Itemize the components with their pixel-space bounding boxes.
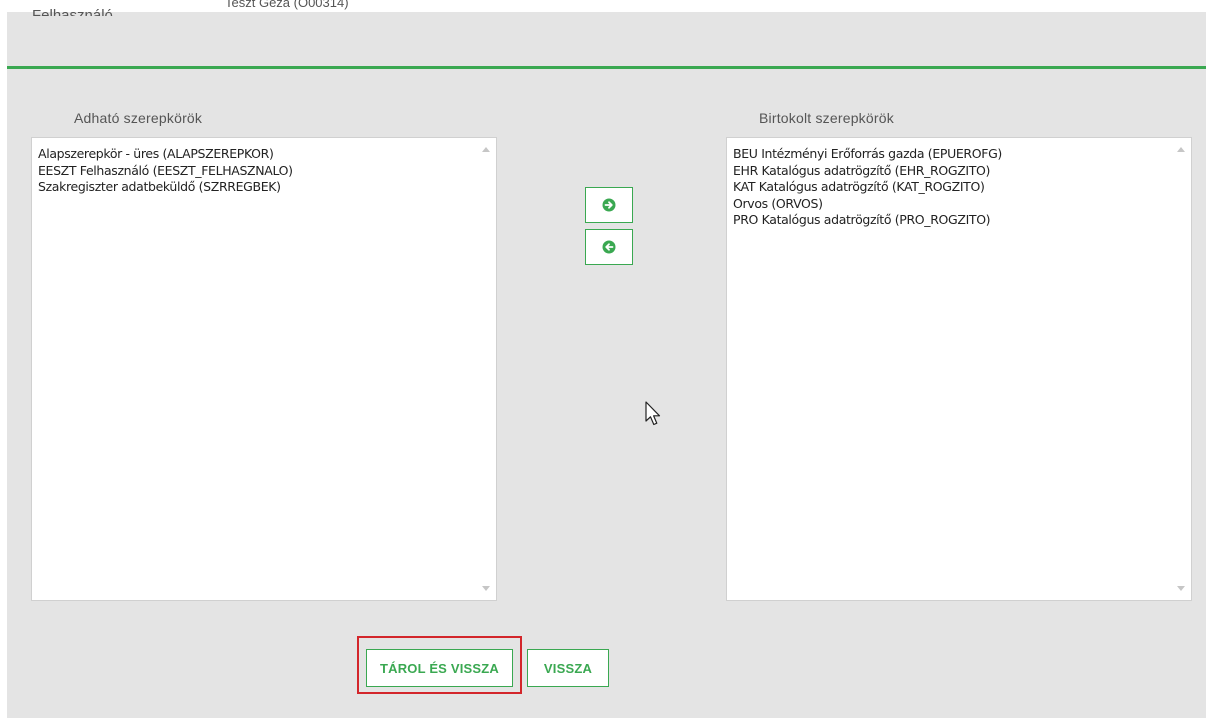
move-right-button[interactable]: [585, 187, 633, 223]
user-value: Teszt Géza (O00314): [225, 0, 349, 10]
scroll-up-arrow[interactable]: [1177, 147, 1185, 152]
user-label: Felhasználó: [32, 7, 113, 16]
available-roles-title: Adható szerepkörök: [74, 110, 203, 126]
owned-roles-title: Birtokolt szerepkörök: [759, 110, 894, 126]
list-item[interactable]: Szakregiszter adatbeküldő (SZRREGBEK): [38, 179, 496, 196]
list-item[interactable]: KAT Katalógus adatrögzítő (KAT_ROGZITO): [733, 179, 1191, 196]
list-item[interactable]: EHR Katalógus adatrögzítő (EHR_ROGZITO): [733, 163, 1191, 180]
section-divider: [7, 66, 1206, 69]
arrow-circle-right-icon: [602, 198, 616, 212]
scroll-down-arrow[interactable]: [482, 586, 490, 591]
list-item[interactable]: EESZT Felhasználó (EESZT_FELHASZNALO): [38, 163, 496, 180]
scroll-up-arrow[interactable]: [482, 147, 490, 152]
arrow-circle-left-icon: [602, 240, 616, 254]
available-roles-list[interactable]: Alapszerepkör - üres (ALAPSZEREPKOR) EES…: [31, 137, 497, 601]
header-strip: [7, 0, 1206, 12]
mouse-cursor-icon: [645, 401, 661, 426]
list-item[interactable]: BEU Intézményi Erőforrás gazda (EPUEROFG…: [733, 146, 1191, 163]
list-item[interactable]: Orvos (ORVOS): [733, 196, 1191, 213]
list-item[interactable]: PRO Katalógus adatrögzítő (PRO_ROGZITO): [733, 212, 1191, 229]
list-item[interactable]: Alapszerepkör - üres (ALAPSZEREPKOR): [38, 146, 496, 163]
move-left-button[interactable]: [585, 229, 633, 265]
owned-roles-list[interactable]: BEU Intézményi Erőforrás gazda (EPUEROFG…: [726, 137, 1192, 601]
save-and-back-button[interactable]: TÁROL ÉS VISSZA: [366, 649, 513, 687]
scroll-down-arrow[interactable]: [1177, 586, 1185, 591]
back-button[interactable]: VISSZA: [527, 649, 609, 687]
